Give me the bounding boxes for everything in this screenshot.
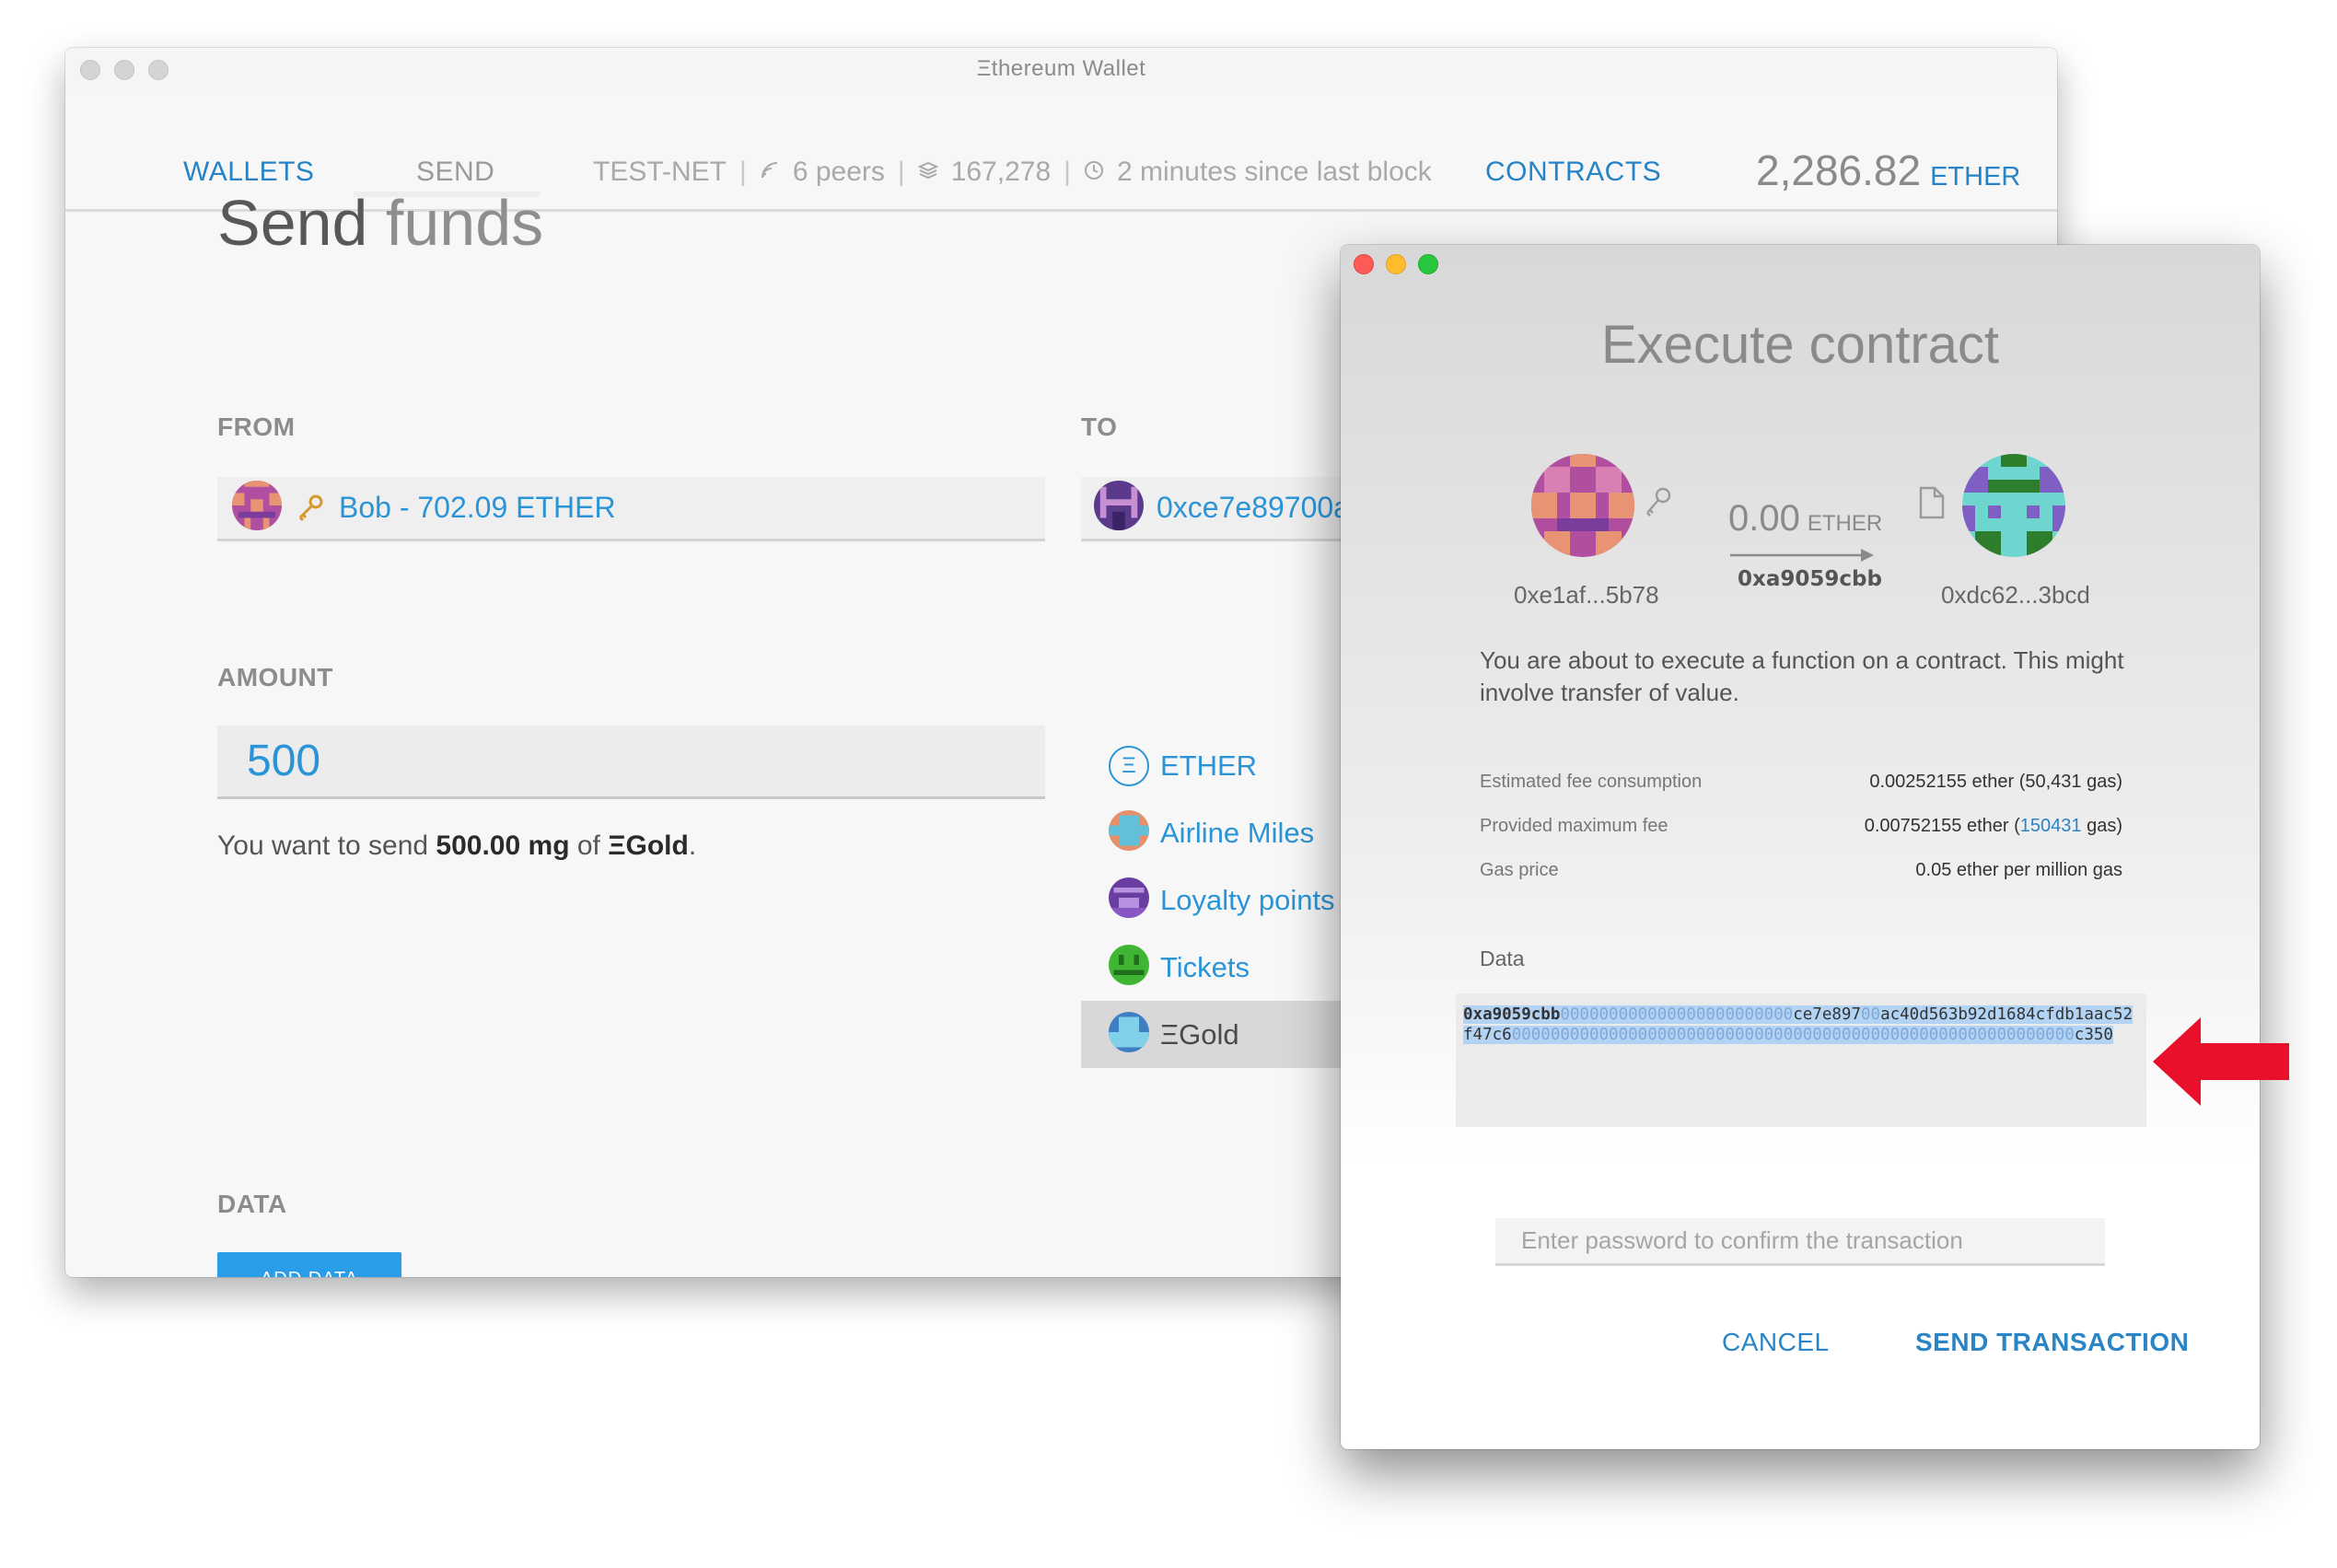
add-data-button[interactable]: ADD DATA [217, 1252, 401, 1277]
nav-wallets[interactable]: WALLETS [183, 157, 314, 188]
peer-count: 6 peers [792, 157, 885, 187]
account-identicon [232, 481, 282, 535]
egold-identicon [1109, 1012, 1149, 1057]
clock-icon [1084, 157, 1104, 188]
cancel-button[interactable]: CANCEL [1722, 1328, 1830, 1357]
network-name: TEST-NET [593, 157, 727, 187]
total-balance: 2,286.82 ETHER [1756, 145, 2020, 195]
maximum-fee-row: Provided maximum fee 0.00752155 ether (1… [1480, 816, 2122, 836]
amount-value: 500 [247, 737, 321, 785]
amount-label: AMOUNT [217, 663, 333, 691]
zoom-window-button[interactable] [148, 60, 169, 80]
send-transaction-button[interactable]: SEND TRANSACTION [1915, 1328, 2189, 1357]
key-icon [295, 493, 326, 524]
to-address-value: 0xce7e89700a [1157, 491, 1350, 524]
estimated-fee-row: Estimated fee consumption 0.00252155 eth… [1480, 772, 2122, 792]
layers-icon [917, 157, 939, 188]
execution-description: You are about to execute a function on a… [1480, 646, 2124, 706]
arrow-right-icon [1730, 546, 1878, 569]
block-number: 167,278 [950, 157, 1052, 187]
wallet-titlebar: Ξthereum Wallet [65, 48, 2057, 90]
from-label: FROM [217, 412, 296, 441]
transfer-amount: 0.00 ETHER [1728, 498, 1883, 539]
contract-identicon [1962, 454, 2065, 562]
tickets-identicon [1109, 945, 1149, 990]
window-controls [80, 60, 169, 80]
ether-icon: Ξ [1109, 745, 1149, 786]
from-account-select[interactable]: Bob - 702.09 ETHER [217, 477, 1045, 541]
contract-address: 0xdc62...3bcd [1941, 581, 2090, 609]
document-icon [1918, 485, 1946, 525]
amount-summary: You want to send 500.00 mg of ΞGold. [217, 830, 697, 861]
data-label: DATA [217, 1190, 287, 1218]
dialog-titlebar [1341, 245, 2260, 282]
page-title: Send funds [217, 187, 544, 259]
dialog-minimize-button[interactable] [1386, 254, 1406, 274]
password-input[interactable] [1495, 1218, 2105, 1266]
execute-contract-dialog: Execute contract 0xe1af...5b78 0.00 ETHER [1341, 245, 2260, 1449]
loyalty-points-identicon [1109, 877, 1149, 923]
last-block-time: 2 minutes since last block [1116, 157, 1432, 187]
sender-address: 0xe1af...5b78 [1514, 581, 1659, 609]
airline-miles-identicon [1109, 810, 1149, 855]
window-title: Ξthereum Wallet [976, 56, 1146, 81]
dialog-window-controls [1354, 254, 1438, 274]
function-signature: 0xa9059cbb [1738, 567, 1882, 591]
to-label: TO [1081, 412, 1118, 441]
nav-send[interactable]: SEND [416, 157, 494, 188]
transaction-flow: 0xe1af...5b78 0.00 ETHER 0xa9059cbb 0xdc… [1341, 452, 2260, 636]
from-account-value: Bob - 702.09 ETHER [339, 491, 616, 524]
network-status: TEST-NET | 6 peers | 167,278 | 2 minutes… [593, 157, 1432, 188]
amount-input[interactable]: 500 [217, 726, 1045, 799]
nav-contracts[interactable]: CONTRACTS [1485, 157, 1661, 188]
gas-price-row: Gas price 0.05 ether per million gas [1480, 860, 2122, 880]
balance-amount: 2,286.82 [1756, 146, 1922, 194]
data-section-label: Data [1480, 947, 1525, 970]
peers-icon [760, 157, 780, 188]
key-icon [1641, 484, 1674, 526]
dialog-zoom-button[interactable] [1418, 254, 1438, 274]
close-window-button[interactable] [80, 60, 100, 80]
dialog-title: Execute contract [1601, 315, 1999, 375]
dialog-close-button[interactable] [1354, 254, 1374, 274]
transaction-data-hex[interactable]: 0xa9059cbb000000000000000000000000ce7e89… [1463, 1005, 2140, 1045]
annotation-arrow-icon [2153, 1017, 2289, 1110]
sender-identicon [1531, 454, 1634, 562]
transaction-data-box[interactable]: 0xa9059cbb000000000000000000000000ce7e89… [1456, 993, 2146, 1127]
address-identicon [1094, 481, 1144, 535]
minimize-window-button[interactable] [114, 60, 134, 80]
max-gas-link[interactable]: 150431 [2020, 816, 2082, 836]
balance-unit: ETHER [1930, 162, 2021, 192]
